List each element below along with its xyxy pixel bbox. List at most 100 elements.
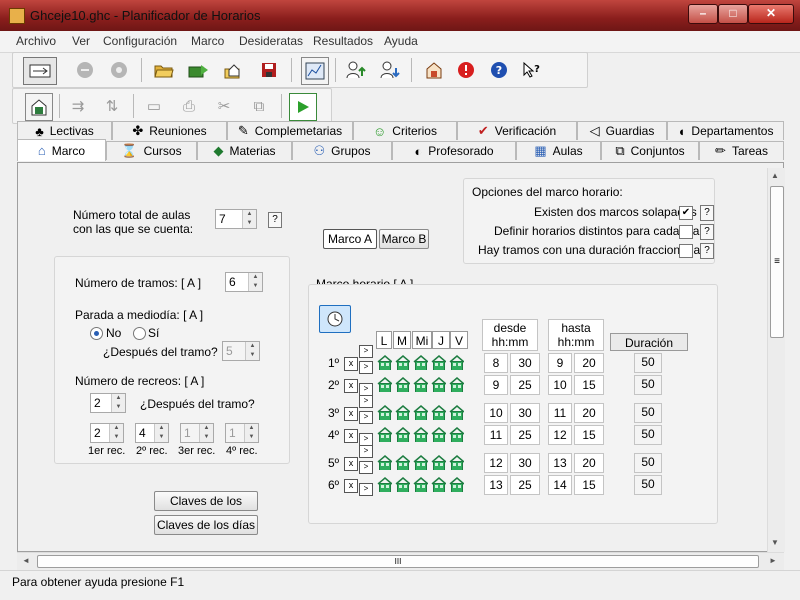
tab-complementarias[interactable]: ✎ Complemetarias [227, 121, 353, 140]
disabled-cut-icon[interactable]: ✂ [211, 93, 237, 119]
open-folder-icon[interactable] [151, 57, 177, 83]
parada-no-radio[interactable] [90, 327, 103, 340]
scroll-left-icon[interactable]: ◄ [22, 556, 30, 565]
disabled-copy-icon[interactable]: ⧉ [246, 93, 272, 119]
vertical-scroll-thumb[interactable]: ≡ [770, 186, 784, 338]
duracion-6[interactable]: 50 [634, 475, 662, 495]
hasta-hour-6[interactable]: 14 [548, 475, 572, 495]
disabled-keyboard-icon[interactable]: ▭ [141, 93, 167, 119]
recreo-4-stepper[interactable]: 1 ▲ ▼ [225, 423, 259, 443]
scroll-down-icon[interactable]: ▼ [771, 538, 779, 547]
menu-configuracion[interactable]: Configuración [103, 34, 177, 48]
delete-row-button-6[interactable]: x [344, 479, 358, 493]
tab-verificacion[interactable]: ✔ Verificación [457, 121, 577, 140]
delete-row-button-4[interactable]: x [344, 429, 358, 443]
stepper-arrows-icon[interactable]: ▲ ▼ [245, 342, 259, 360]
desde-min-4[interactable]: 25 [510, 425, 540, 445]
house-icon[interactable] [431, 427, 446, 442]
tab-aulas[interactable]: ▦ Aulas [516, 141, 601, 160]
recreo-1-stepper[interactable]: 2 ▲ ▼ [90, 423, 124, 443]
desde-min-2[interactable]: 25 [510, 375, 540, 395]
house-icon[interactable] [395, 355, 410, 370]
horizontal-scroll-thumb[interactable]: III [37, 555, 759, 568]
duracion-1[interactable]: 50 [634, 353, 662, 373]
stepper-arrows-icon[interactable]: ▲ ▼ [242, 210, 256, 228]
delete-row-button-5[interactable]: x [344, 457, 358, 471]
recreo-2-stepper[interactable]: 4 ▲ ▼ [135, 423, 169, 443]
aulas-help-icon[interactable]: ? [268, 212, 282, 228]
house-icon[interactable] [413, 355, 428, 370]
desde-min-6[interactable]: 25 [510, 475, 540, 495]
hasta-min-6[interactable]: 15 [574, 475, 604, 495]
insert-below-arrow-icon-3[interactable]: > [359, 411, 373, 424]
disabled-circle-icon-2[interactable] [106, 57, 132, 83]
export-folder-icon[interactable] [186, 57, 212, 83]
users-down-icon[interactable] [377, 57, 403, 83]
stepper-arrows-icon[interactable]: ▲ ▼ [199, 424, 213, 442]
aulas-stepper[interactable]: 7 ▲ ▼ [215, 209, 257, 229]
info-red-icon[interactable] [453, 57, 479, 83]
play-icon[interactable] [289, 93, 317, 121]
duracion-2[interactable]: 50 [634, 375, 662, 395]
house-icon[interactable] [449, 355, 464, 370]
house-folder-icon[interactable] [221, 57, 247, 83]
house-icon[interactable] [377, 355, 392, 370]
opcion-2-help-icon[interactable]: ? [700, 224, 714, 240]
close-button[interactable]: ✕ [748, 4, 794, 24]
claves-tramos-button[interactable]: Claves de los tramos [154, 491, 258, 527]
stepper-arrows-icon[interactable]: ▲ ▼ [248, 273, 262, 291]
desde-hour-6[interactable]: 13 [484, 475, 508, 495]
tab-conjuntos[interactable]: ⧉ Conjuntos [601, 141, 699, 160]
delete-row-button-1[interactable]: x [344, 357, 358, 371]
stepper-arrows-icon[interactable]: ▲ ▼ [154, 424, 168, 442]
desde-min-3[interactable]: 30 [510, 403, 540, 423]
hasta-min-1[interactable]: 20 [574, 353, 604, 373]
claves-dias-button[interactable]: Claves de los días [154, 515, 258, 535]
insert-row-arrow-icon-3[interactable]: > [359, 395, 373, 408]
tab-tareas[interactable]: ✏ Tareas [699, 141, 784, 160]
desde-min-1[interactable]: 30 [510, 353, 540, 373]
house-icon[interactable] [395, 455, 410, 470]
house-icon[interactable] [431, 377, 446, 392]
menu-ver[interactable]: Ver [72, 34, 90, 48]
maximize-button[interactable]: □ [718, 4, 748, 24]
context-help-icon[interactable]: ? [519, 57, 545, 83]
insert-row-arrow-icon-5[interactable]: > [359, 445, 373, 458]
house-icon[interactable] [431, 405, 446, 420]
stepper-arrows-icon[interactable]: ▲ ▼ [244, 424, 258, 442]
menu-marco[interactable]: Marco [191, 34, 224, 48]
house-icon[interactable] [413, 405, 428, 420]
insert-row-arrow-icon-1[interactable]: > [359, 345, 373, 358]
recreos-stepper[interactable]: 2 ▲ ▼ [90, 393, 126, 413]
disabled-print-icon[interactable]: ⎙ [176, 93, 202, 119]
house-icon[interactable] [377, 455, 392, 470]
hasta-hour-5[interactable]: 13 [548, 453, 572, 473]
tab-marco[interactable]: ⌂ Marco [17, 139, 106, 161]
hasta-hour-1[interactable]: 9 [548, 353, 572, 373]
hasta-min-5[interactable]: 20 [574, 453, 604, 473]
house-icon[interactable] [449, 377, 464, 392]
opcion-3-checkbox[interactable] [679, 244, 693, 258]
tab-lectivas[interactable]: ♣ Lectivas [17, 121, 112, 140]
opcion-2-checkbox[interactable] [679, 225, 693, 239]
house-icon[interactable] [449, 477, 464, 492]
tab-profesorado[interactable]: ◐ Profesorado [392, 141, 516, 160]
tab-materias[interactable]: ◆ Materias [197, 141, 292, 160]
hasta-hour-2[interactable]: 10 [548, 375, 572, 395]
desde-min-5[interactable]: 30 [510, 453, 540, 473]
house-icon[interactable] [377, 427, 392, 442]
chart-people-icon[interactable] [301, 57, 329, 85]
duracion-3[interactable]: 50 [634, 403, 662, 423]
insert-below-arrow-icon-6[interactable]: > [359, 483, 373, 496]
house-icon[interactable] [377, 477, 392, 492]
tramos-stepper[interactable]: 6 ▲ ▼ [225, 272, 263, 292]
house-icon[interactable] [395, 377, 410, 392]
move-arrows-icon[interactable]: ⇉ [65, 93, 91, 119]
house-icon[interactable] [431, 455, 446, 470]
duracion-4[interactable]: 50 [634, 425, 662, 445]
desde-hour-3[interactable]: 10 [484, 403, 508, 423]
minimize-button[interactable]: – [688, 4, 718, 24]
tab-grupos[interactable]: ⚇ Grupos [292, 141, 392, 160]
house-icon[interactable] [377, 377, 392, 392]
parada-si-radio[interactable] [133, 327, 146, 340]
